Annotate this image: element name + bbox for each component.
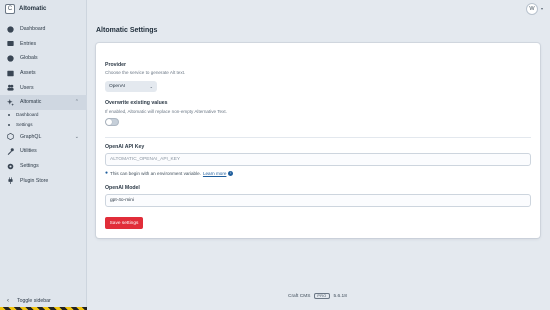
site-logo: C [5,3,15,14]
globe-icon [6,54,14,62]
toggle-sidebar-button[interactable]: ‹ Toggle sidebar [0,295,87,307]
lightbulb-icon: ● [105,170,109,176]
image-icon [6,69,14,77]
nav-item-label: Utilities [20,148,37,155]
users-icon [6,84,14,92]
model-label: OpenAI Model [105,185,140,191]
site-header[interactable]: C Altomatic [0,0,87,17]
api-key-value: ALTOMATIC_OPENAI_API_KEY [110,157,181,162]
subnav-item-label: Settings [16,122,33,128]
api-key-input[interactable]: ALTOMATIC_OPENAI_API_KEY [105,153,531,166]
nav-item-graphql[interactable]: GraphQL ⌄ [0,130,87,145]
gear-icon [6,162,14,170]
save-settings-button[interactable]: Save settings [105,217,143,229]
subnav-item-dashboard[interactable]: Dashboard [0,110,87,120]
nav-item-settings[interactable]: Settings [0,159,87,174]
primary-nav: Dashboard Entries Globals Assets Users A… [0,22,87,188]
model-input[interactable]: gpt-4o-mini [105,194,531,207]
overwrite-toggle[interactable] [105,118,119,126]
nav-item-label: Altomatic [20,99,42,106]
api-key-tip: ● This can begin with an environment var… [105,170,234,176]
nav-item-label: GraphQL [20,133,42,140]
plug-icon [6,177,14,185]
nav-item-altomatic[interactable]: Altomatic ⌃ [0,94,87,110]
nav-item-dashboard[interactable]: Dashboard [0,22,87,37]
newspaper-icon [6,40,14,48]
graphql-icon [6,133,14,141]
user-avatar[interactable]: W [526,3,538,15]
api-key-label: OpenAI API Key [105,144,145,150]
sidebar: C Altomatic Dashboard Entries Globals As… [0,0,87,310]
divider [105,137,531,138]
toggle-knob [106,119,112,125]
nav-item-users[interactable]: Users [0,80,87,95]
learn-more-link[interactable]: Learn more [203,171,227,176]
nav-item-globals[interactable]: Globals [0,51,87,66]
overwrite-label: Overwrite existing values [105,100,168,106]
site-name: Altomatic [19,5,47,12]
provider-label: Provider [105,62,127,68]
provider-select-value: OpenAI [109,84,126,89]
toggle-sidebar-label: Toggle sidebar [17,298,51,304]
nav-item-label: Users [20,84,34,91]
nav-item-utilities[interactable]: Utilities [0,144,87,159]
bullet-icon [8,113,10,116]
nav-item-label: Settings [20,163,39,170]
subnav-item-settings[interactable]: Settings [0,120,87,130]
nav-item-entries[interactable]: Entries [0,37,87,52]
api-key-tip-text: This can begin with an environment varia… [110,170,201,176]
overwrite-help: If enabled, Altomatic will replace non-e… [105,109,227,114]
nav-item-label: Assets [20,70,36,77]
edition-badge: PRO [314,293,330,299]
chevron-left-icon: ‹ [7,298,9,304]
footer: Craft CMS PRO 5.6.18 [288,293,347,299]
model-value: gpt-4o-mini [110,198,134,203]
sparkle-icon [6,98,14,106]
settings-card: Provider Choose the service to generate … [96,43,540,238]
nav-item-assets[interactable]: Assets [0,66,87,81]
provider-help: Choose the service to generate Alt text. [105,70,186,75]
footer-product: Craft CMS [288,293,311,299]
gauge-icon [6,25,14,33]
nav-item-label: Plugin Store [20,177,49,184]
info-icon: i [228,170,234,176]
chevron-up-icon[interactable]: ⌃ [75,99,79,105]
nav-item-label: Globals [20,55,38,62]
page-title: Altomatic Settings [96,27,158,34]
bullet-icon [8,123,10,126]
wrench-icon [6,147,14,155]
chevron-down-icon[interactable]: ⌄ [75,134,79,140]
nav-item-label: Entries [20,40,37,47]
chevron-down-icon: ⌄ [149,84,153,89]
provider-select[interactable]: OpenAI ⌄ [105,81,157,92]
nav-item-label: Dashboard [20,26,46,33]
chevron-down-icon[interactable]: ▾ [541,6,543,11]
nav-item-plugin-store[interactable]: Plugin Store [0,173,87,188]
footer-version: 5.6.18 [333,293,347,299]
subnav-item-label: Dashboard [16,112,39,118]
